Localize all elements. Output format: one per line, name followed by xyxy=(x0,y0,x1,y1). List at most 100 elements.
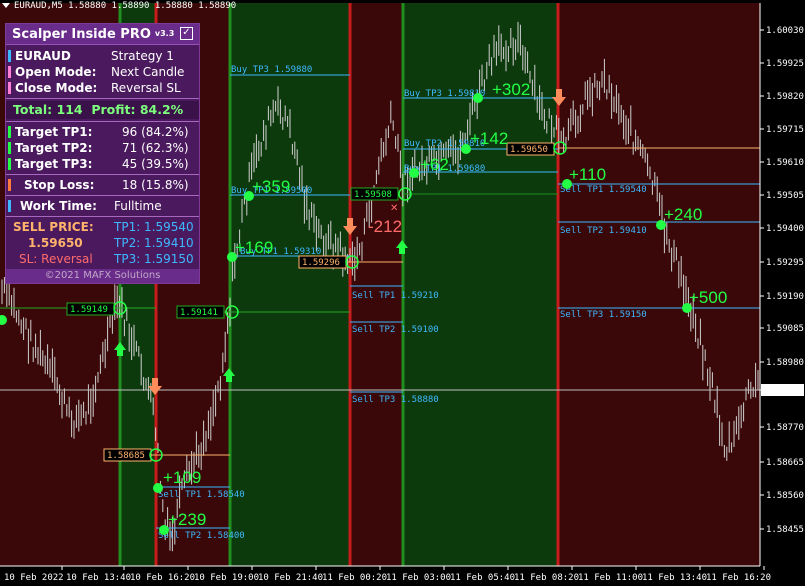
row-marker xyxy=(8,126,11,138)
symbol-label: EURAUD xyxy=(15,49,71,63)
chart-title: EURAUD,M5 1.58880 1.58890 1.58880 1.5889… xyxy=(2,1,236,11)
pip-label: +169 xyxy=(235,238,273,257)
stop-loss-label: Stop Loss: xyxy=(24,178,95,192)
sell-tp1-label: Sell TP1 1.59540 xyxy=(560,185,647,195)
tp1-value: 96 (84.2%) xyxy=(122,125,189,139)
price-label: 1.58890 xyxy=(766,386,804,396)
pip-label: -212 xyxy=(368,217,402,236)
time-label: 11 Feb 16:20 xyxy=(706,573,771,583)
time-label: 10 Feb 21:40 xyxy=(258,573,323,583)
sell-price-label: SELL PRICE: xyxy=(13,220,94,234)
tp-hit-dot xyxy=(473,93,483,103)
price-label: 1.58980 xyxy=(766,358,804,368)
price-label: 1.58665 xyxy=(766,458,804,468)
row-marker xyxy=(8,179,11,191)
tp3-row: Target TP3: 45 (39.5%) xyxy=(6,156,199,172)
open-mode-row: Open Mode: Next Candle xyxy=(6,64,199,80)
tp2-value: 71 (62.3%) xyxy=(122,141,189,155)
divider xyxy=(6,121,199,122)
price-label: 1.59925 xyxy=(766,59,804,69)
price-label: 1.59820 xyxy=(766,92,804,102)
panel-version: v3.3 xyxy=(154,29,175,38)
pip-label: +500 xyxy=(689,288,727,307)
total-row: Total: 114 Profit: 84.2% xyxy=(6,101,199,119)
price-label: 1.59505 xyxy=(766,191,804,201)
sell-tp2-label: Sell TP2 1.59410 xyxy=(560,226,647,236)
price-label: 1.58455 xyxy=(766,525,804,535)
price-label: 1.59610 xyxy=(766,158,804,168)
entry-price: 1.59508 xyxy=(354,190,392,200)
dropdown-triangle-icon[interactable] xyxy=(2,3,10,8)
entry-price: 1.59141 xyxy=(180,308,218,318)
pip-label: +109 xyxy=(163,468,201,487)
divider xyxy=(6,216,199,217)
panel-footer: ©2021 MAFX Solutions xyxy=(6,269,199,283)
work-time-value: Fulltime xyxy=(114,199,162,213)
chart-window[interactable]: Buy TP3 1.59880 Buy TP1 1.59500 Buy TP1 … xyxy=(0,0,805,586)
pip-label: +359 xyxy=(252,177,290,196)
divider xyxy=(6,98,199,99)
price-label: 1.58770 xyxy=(766,423,804,433)
price-label: 1.59295 xyxy=(766,258,804,268)
row-marker xyxy=(8,200,11,212)
entry-price: 1.59149 xyxy=(70,305,108,315)
time-label: 10 Feb 13:40 xyxy=(66,573,131,583)
tp1-price: TP1: 1.59540 xyxy=(114,220,194,234)
time-label: 10 Feb 2022 xyxy=(4,573,64,583)
checkbox-icon[interactable]: ✓ xyxy=(180,27,193,40)
price-label: 1.60030 xyxy=(766,26,804,36)
close-mode-value: Reversal SL xyxy=(111,81,181,95)
pip-label: +142 xyxy=(470,129,508,148)
sell-tp3-label: Sell TP3 1.58880 xyxy=(352,395,439,405)
time-label: 11 Feb 05:40 xyxy=(450,573,515,583)
close-mode-row: Close Mode: Reversal SL xyxy=(6,80,199,96)
row-marker xyxy=(8,158,11,170)
tp3-label: Target TP3: xyxy=(15,157,93,171)
row-marker xyxy=(8,66,11,78)
sell-price-row: SELL PRICE: TP1: 1.59540 xyxy=(6,219,199,235)
stop-loss-row: Stop Loss: 18 (15.8%) xyxy=(6,177,199,193)
divider xyxy=(6,195,199,196)
divider xyxy=(6,174,199,175)
stop-loss-value: 18 (15.8%) xyxy=(122,178,189,192)
sell-tp2-label: Sell TP2 1.59100 xyxy=(352,325,439,335)
time-label: 11 Feb 03:00 xyxy=(386,573,451,583)
sell-zone xyxy=(350,3,403,566)
profit-value: Profit: 84.2% xyxy=(91,102,184,117)
tp1-row: Target TP1: 96 (84.2%) xyxy=(6,124,199,140)
price-axis[interactable]: 1.60030 1.59925 1.59820 1.59715 1.59610 1.595… xyxy=(760,26,804,535)
open-mode-value: Next Candle xyxy=(111,65,185,79)
symbol-quote: EURAUD,M5 1.58880 1.58890 1.58880 1.5889… xyxy=(14,1,237,11)
sell-price-value-row: 1.59650 TP2: 1.59410 xyxy=(6,235,199,251)
entry-price: 1.58685 xyxy=(107,451,145,461)
price-label: 1.59190 xyxy=(766,292,804,302)
tp2-price: TP2: 1.59410 xyxy=(114,236,194,250)
strategy-value: Strategy 1 xyxy=(111,49,174,63)
indicator-panel[interactable]: Scalper Inside PRO v3.3 ✓ EURAUD Strategy … xyxy=(5,23,200,284)
sl-reversal: SL: Reversal xyxy=(19,252,93,266)
time-label: 10 Feb 19:00 xyxy=(194,573,259,583)
entry-price: 1.59650 xyxy=(510,145,548,155)
row-marker xyxy=(8,82,11,94)
tp-hit-dot xyxy=(409,168,419,178)
tp1-label: Target TP1: xyxy=(15,125,93,139)
time-label: 11 Feb 13:40 xyxy=(642,573,707,583)
pip-label: +62 xyxy=(420,155,449,174)
symbol-row: EURAUD Strategy 1 xyxy=(6,48,199,64)
panel-title: Scalper Inside PRO xyxy=(12,27,151,42)
sl-reversal-row: SL: Reversal TP3: 1.59150 xyxy=(6,251,199,267)
buy-tp3-label: Buy TP3 1.59880 xyxy=(231,65,312,75)
sell-tp1-label: Sell TP1 1.59210 xyxy=(352,291,439,301)
tp-hit-dot xyxy=(153,483,163,493)
close-mode-label: Close Mode: xyxy=(15,81,98,95)
price-label: 1.59400 xyxy=(766,224,804,234)
total-value: Total: 114 xyxy=(13,102,83,117)
work-time-label: Work Time: xyxy=(20,199,97,213)
stop-loss-cross-icon: ✕ xyxy=(390,203,398,214)
sell-tp3-label: Sell TP3 1.59150 xyxy=(560,310,647,320)
time-axis[interactable]: 10 Feb 2022 10 Feb 13:4010 Feb 16:2010 Fe… xyxy=(4,566,771,583)
sell-tp2-label: Sell TP2 1.58400 xyxy=(158,531,245,541)
pip-label: +110 xyxy=(569,165,606,184)
entry-price: 1.59296 xyxy=(302,258,340,268)
time-label: 11 Feb 00:20 xyxy=(322,573,387,583)
